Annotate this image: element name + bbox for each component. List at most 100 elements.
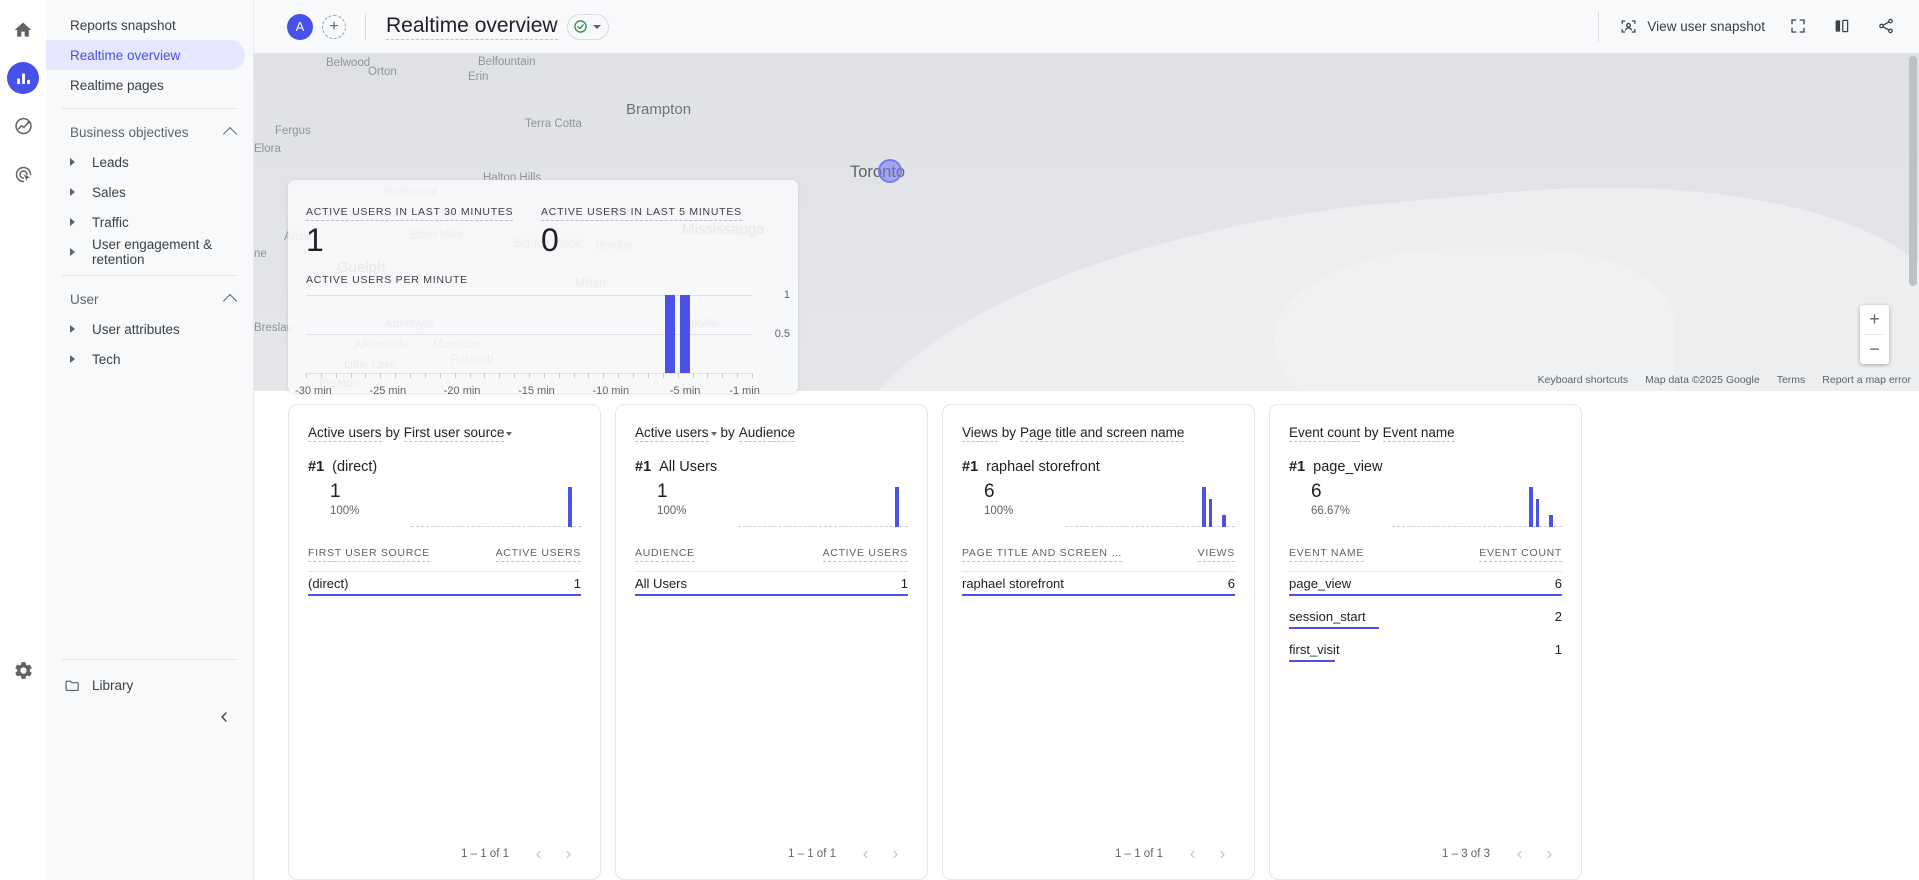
sidebar-item-sales[interactable]: Sales: [46, 177, 245, 207]
card-metric-selector[interactable]: Active users: [308, 425, 382, 442]
column-header-dimension[interactable]: PAGE TITLE AND SCREEN …: [962, 547, 1123, 562]
table-row[interactable]: page_view 6: [1289, 571, 1562, 596]
sidebar-item-traffic[interactable]: Traffic: [46, 207, 245, 237]
metric-label[interactable]: ACTIVE USERS IN LAST 30 MINUTES: [306, 206, 514, 221]
row-label: All Users: [635, 576, 688, 591]
card-dimension-selector[interactable]: Page title and screen name: [1020, 425, 1185, 442]
avatar[interactable]: A: [287, 13, 313, 40]
column-header-metric[interactable]: VIEWS: [1197, 547, 1235, 562]
sidebar-item-realtime-overview[interactable]: Realtime overview: [46, 40, 245, 70]
compare-icon[interactable]: [1833, 17, 1853, 37]
home-icon[interactable]: [7, 14, 39, 46]
pagination-prev-button[interactable]: [525, 841, 551, 867]
column-header-dimension[interactable]: FIRST USER SOURCE: [308, 547, 430, 562]
x-axis-tick: [365, 373, 367, 379]
active-user-marker[interactable]: [878, 159, 902, 183]
card-metric-selector[interactable]: Views: [962, 425, 998, 442]
map-place-label: ne: [254, 248, 267, 260]
column-header-metric[interactable]: ACTIVE USERS: [822, 547, 908, 562]
card-metric-selector[interactable]: Active users: [635, 425, 709, 442]
row-label: session_start: [1289, 608, 1366, 624]
x-axis-tick: [737, 373, 739, 379]
x-axis-label: -20 min: [443, 385, 481, 398]
x-axis-tick: [647, 373, 649, 379]
sidebar-item-user-engagement-retention[interactable]: User engagement & retention: [46, 237, 245, 267]
pagination-next-button[interactable]: [1536, 841, 1562, 867]
card-pagination: 1 – 1 of 1: [308, 841, 581, 867]
metric-active-users-5min: ACTIVE USERS IN LAST 5 MINUTES 0: [541, 202, 742, 260]
view-user-snapshot-button[interactable]: View user snapshot: [1619, 17, 1765, 36]
column-header-metric[interactable]: ACTIVE USERS: [495, 547, 581, 562]
sparkline-bars: [411, 487, 581, 527]
card-dimension-selector[interactable]: Event name: [1382, 425, 1455, 442]
sidebar-item-leads[interactable]: Leads: [46, 147, 245, 177]
explore-icon[interactable]: [7, 110, 39, 142]
sidebar-item-library[interactable]: Library: [46, 670, 253, 700]
map-zoom-controls: + −: [1860, 305, 1889, 364]
card-column-headers: FIRST USER SOURCE ACTIVE USERS: [308, 547, 581, 562]
column-header-metric[interactable]: EVENT COUNT: [1479, 547, 1562, 562]
card-pagination: 1 – 1 of 1: [635, 841, 908, 867]
table-row[interactable]: All Users 1: [635, 571, 908, 596]
sidebar-item-tech[interactable]: Tech: [46, 344, 245, 374]
sidebar-item-reports-snapshot[interactable]: Reports snapshot: [46, 10, 245, 40]
card-metric-selector[interactable]: Event count: [1289, 425, 1361, 442]
sidebar-divider: [62, 108, 237, 109]
top-header: A + Realtime overview View user snapshot: [254, 0, 1919, 53]
page-title[interactable]: Realtime overview: [386, 14, 558, 40]
share-icon[interactable]: [1877, 17, 1897, 37]
card-dimension-selector[interactable]: First user source: [403, 425, 505, 442]
table-row[interactable]: raphael storefront 6: [962, 571, 1235, 596]
card-pagination: 1 – 3 of 3: [1289, 841, 1562, 867]
pagination-prev-button[interactable]: [852, 841, 878, 867]
column-header-dimension[interactable]: EVENT NAME: [1289, 547, 1365, 562]
chevron-right-icon: [70, 248, 75, 256]
sidebar-section-user[interactable]: User: [46, 284, 253, 314]
pagination-prev-button[interactable]: [1506, 841, 1532, 867]
status-badge[interactable]: [566, 13, 609, 40]
reports-icon[interactable]: [7, 62, 39, 94]
row-progress-bar: [962, 593, 1235, 596]
card-sparkline: [411, 487, 581, 527]
sparkline-bar: [568, 487, 572, 527]
keyboard-shortcuts-link[interactable]: Keyboard shortcuts: [1538, 374, 1628, 386]
gear-icon[interactable]: [7, 654, 39, 686]
card-dimension-selector[interactable]: Audience: [738, 425, 796, 442]
row-label: raphael storefront: [962, 576, 1064, 591]
sidebar-section-business-objectives[interactable]: Business objectives: [46, 117, 253, 147]
pagination-next-button[interactable]: [1209, 841, 1235, 867]
sparkline-bars: [1392, 487, 1562, 527]
map-place-label: Brampton: [626, 101, 692, 118]
table-row[interactable]: (direct) 1: [308, 571, 581, 596]
fullscreen-icon[interactable]: [1789, 17, 1809, 37]
map-place-label: Orton: [368, 66, 397, 78]
row-label: first_visit: [1289, 641, 1340, 657]
sidebar-section-label: User: [70, 291, 99, 307]
x-axis-tick: [573, 373, 575, 379]
collapse-sidebar-button[interactable]: [211, 704, 237, 730]
table-row[interactable]: session_start 2: [1289, 604, 1562, 629]
column-header-dimension[interactable]: AUDIENCE: [635, 547, 695, 562]
pagination-label: 1 – 1 of 1: [461, 848, 509, 860]
sidebar-item-user-attributes[interactable]: User attributes: [46, 314, 245, 344]
metric-label[interactable]: ACTIVE USERS IN LAST 5 MINUTES: [541, 206, 742, 221]
advertising-icon[interactable]: [7, 158, 39, 190]
row-progress-bar: [1289, 659, 1336, 662]
chevron-down-icon[interactable]: [710, 431, 717, 436]
sidebar-divider: [62, 275, 237, 276]
pagination-next-button[interactable]: [882, 841, 908, 867]
report-map-error-link[interactable]: Report a map error: [1822, 374, 1911, 386]
zoom-out-button[interactable]: −: [1860, 335, 1889, 364]
pagination-prev-button[interactable]: [1179, 841, 1205, 867]
chevron-right-icon: [70, 158, 75, 166]
table-row[interactable]: first_visit 1: [1289, 637, 1562, 662]
terms-link[interactable]: Terms: [1777, 374, 1806, 386]
zoom-in-button[interactable]: +: [1860, 305, 1889, 334]
x-axis-label: -30 min: [295, 385, 332, 398]
page-scrollbar[interactable]: [1909, 56, 1917, 286]
rank-value: raphael storefront: [986, 459, 1100, 475]
pagination-next-button[interactable]: [555, 841, 581, 867]
sidebar-item-realtime-pages[interactable]: Realtime pages: [46, 70, 245, 100]
chevron-down-icon[interactable]: [506, 431, 513, 436]
add-comparison-button[interactable]: +: [322, 14, 346, 39]
